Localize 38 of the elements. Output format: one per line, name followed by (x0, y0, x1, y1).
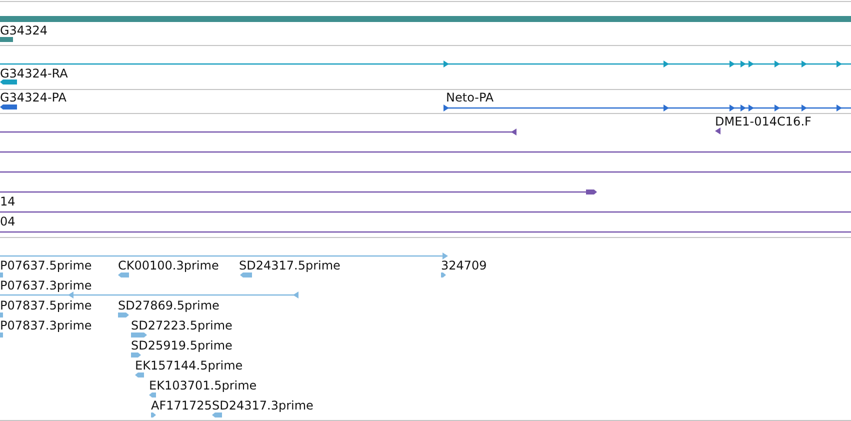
feature-label: SD24317.3prime (212, 398, 314, 412)
est-glyph (0, 312, 3, 318)
est-glyph (0, 332, 3, 338)
est-glyph (151, 412, 156, 418)
est-glyph (0, 272, 3, 278)
feature-label: G34324 (0, 24, 48, 38)
feature-label: 04 (0, 214, 16, 228)
feature-label: CK00100.3prime (118, 258, 219, 272)
est-glyph (135, 372, 144, 378)
est-glyph (212, 412, 222, 418)
feature-label: Neto-PA (446, 90, 494, 104)
gene-feature-bar (0, 37, 13, 42)
feature-label: DME1-014C16.F (715, 114, 812, 128)
feature-label: 14 (0, 194, 16, 208)
est-glyph (131, 332, 147, 338)
est-glyph (118, 312, 129, 318)
feature-label: P07637.5prime (0, 258, 92, 272)
est-glyph (118, 272, 129, 278)
feature-label: P07837.5prime (0, 298, 92, 312)
est-glyph (441, 272, 446, 278)
feature-label: P07637.3prime (0, 278, 92, 292)
feature-label: G34324-RA (0, 66, 68, 80)
feature-glyph (0, 80, 17, 84)
feature-label: P07837.3prime (0, 318, 92, 332)
feature-label: SD27869.5prime (118, 298, 220, 312)
feature-label: SD25919.5prime (131, 338, 232, 352)
feature-label: AF171725 (151, 398, 212, 412)
feature-glyph (0, 104, 17, 110)
feature-label: 324709 (441, 258, 487, 272)
feature-label: SD24317.5prime (239, 258, 340, 272)
feature-label: EK103701.5prime (149, 378, 257, 392)
feature-label: G34324-PA (0, 90, 66, 104)
est-glyph (131, 352, 141, 358)
feature-label: EK157144.5prime (135, 358, 243, 372)
feature-label: SD27223.5prime (131, 318, 232, 332)
alignment-arrow-glyph (715, 128, 720, 134)
est-glyph (149, 392, 156, 398)
est-glyph (240, 272, 252, 278)
